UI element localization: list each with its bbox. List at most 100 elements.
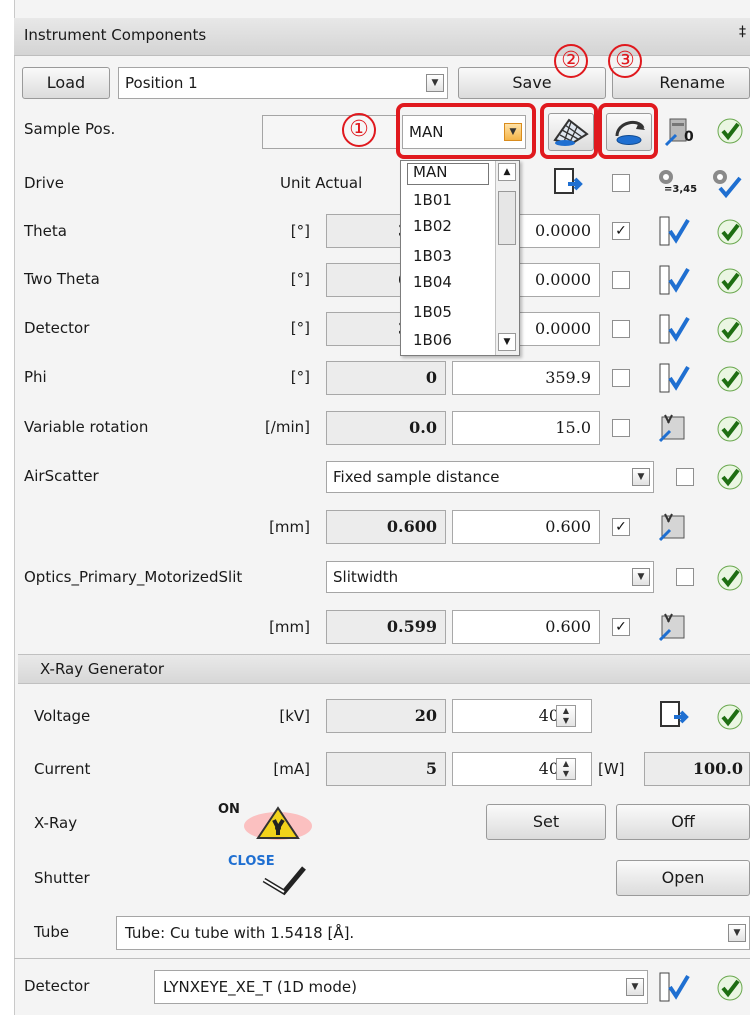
dropdown-item[interactable]: 1B01 bbox=[413, 191, 452, 209]
current-spinner[interactable]: ▲ ▼ bbox=[556, 758, 576, 780]
detector-select[interactable]: LYNXEYE_XE_T (1D mode) ▼ bbox=[154, 970, 648, 1004]
optics-checkbox[interactable] bbox=[676, 568, 694, 586]
annotation-number-2: ② bbox=[554, 44, 588, 78]
tube-select[interactable]: Tube: Cu tube with 1.5418 [Å]. ▼ bbox=[116, 916, 750, 950]
shutter-closed-indicator: CLOSE bbox=[228, 852, 318, 896]
sample-pos-label: Sample Pos. bbox=[24, 120, 116, 138]
drive-label: Drive bbox=[24, 174, 64, 192]
axis-checkbox[interactable] bbox=[612, 320, 630, 338]
axis-config-icon[interactable] bbox=[656, 263, 690, 297]
dropdown-scrollbar[interactable]: ▲ ▼ bbox=[495, 161, 519, 355]
export-icon[interactable] bbox=[656, 699, 690, 733]
gear-check-icon[interactable] bbox=[708, 166, 742, 200]
axis-unit: [°] bbox=[290, 270, 310, 288]
dropdown-item[interactable]: 1B06 bbox=[413, 331, 452, 349]
scroll-up-icon[interactable]: ▲ bbox=[498, 163, 516, 181]
power-value: 100.0 bbox=[644, 752, 750, 786]
position-value: Position 1 bbox=[125, 74, 198, 92]
axis-target[interactable]: 359.9 bbox=[452, 361, 600, 395]
airscatter-checkbox[interactable] bbox=[676, 468, 694, 486]
chevron-down-icon[interactable]: ▼ bbox=[632, 468, 650, 486]
dropdown-item[interactable]: 1B05 bbox=[413, 303, 452, 321]
axis-config-icon[interactable] bbox=[656, 970, 690, 1004]
airscatter-actual: 0.600 bbox=[326, 510, 446, 544]
voltage-unit: [kV] bbox=[279, 707, 310, 725]
shutter-label: Shutter bbox=[34, 869, 90, 887]
status-ok-icon bbox=[717, 317, 743, 343]
axis-checkbox[interactable] bbox=[612, 369, 630, 387]
pin-icon[interactable]: ‡ bbox=[739, 24, 746, 40]
xray-generator-header[interactable]: X-Ray Generator bbox=[18, 654, 750, 684]
axis-config-icon[interactable] bbox=[656, 312, 690, 346]
optics-unit: [mm] bbox=[269, 618, 310, 636]
axis-config-icon[interactable] bbox=[656, 214, 690, 248]
motor-config-icon[interactable] bbox=[656, 610, 690, 644]
set-button[interactable]: Set bbox=[486, 804, 606, 840]
dropdown-item[interactable]: 1B02 bbox=[413, 217, 452, 235]
tube-value: Tube: Cu tube with 1.5418 [Å]. bbox=[125, 924, 355, 942]
axis-checkbox[interactable] bbox=[612, 271, 630, 289]
airscatter-label: AirScatter bbox=[24, 467, 99, 485]
axis-checkbox[interactable] bbox=[612, 419, 630, 437]
dropdown-item[interactable]: 1B04 bbox=[413, 273, 452, 291]
dropdown-item[interactable]: 1B03 bbox=[413, 247, 452, 265]
airscatter-value-checkbox[interactable]: ✓ bbox=[612, 518, 630, 536]
status-ok-icon bbox=[717, 416, 743, 442]
unit-actual-header: Unit Actual bbox=[280, 174, 363, 192]
radiation-warning-icon bbox=[244, 806, 312, 840]
annotation-box-1 bbox=[396, 103, 536, 159]
shutter-icon bbox=[262, 866, 306, 896]
motor-config-icon[interactable] bbox=[656, 411, 690, 445]
sample-slot-icon[interactable]: 0 bbox=[662, 115, 696, 149]
optics-value-checkbox[interactable]: ✓ bbox=[612, 618, 630, 636]
axis-checkbox[interactable]: ✓ bbox=[612, 222, 630, 240]
scroll-down-icon[interactable]: ▼ bbox=[498, 333, 516, 351]
scroll-thumb[interactable] bbox=[498, 191, 516, 245]
chevron-down-icon[interactable]: ▼ bbox=[626, 978, 644, 996]
current-unit: [mA] bbox=[273, 760, 310, 778]
position-select[interactable]: Position 1 ▼ bbox=[118, 67, 448, 99]
status-ok-icon bbox=[717, 366, 743, 392]
detector-value: LYNXEYE_XE_T (1D mode) bbox=[163, 978, 357, 996]
current-label: Current bbox=[34, 760, 91, 778]
sample-position-dropdown[interactable]: MAN 1B01 1B02 1B03 1B04 1B05 1B06 ▲ ▼ bbox=[400, 160, 520, 356]
optics-target[interactable]: 0.600 bbox=[452, 610, 600, 644]
axis-name: Phi bbox=[24, 368, 47, 386]
annotation-box-3 bbox=[598, 103, 658, 159]
power-unit: [W] bbox=[598, 760, 625, 778]
slot-count: 0 bbox=[684, 129, 694, 145]
airscatter-target[interactable]: 0.600 bbox=[452, 510, 600, 544]
export-icon[interactable] bbox=[550, 166, 584, 200]
dropdown-item[interactable]: MAN bbox=[413, 163, 447, 181]
voltage-spinner[interactable]: ▲ ▼ bbox=[556, 705, 576, 727]
drive-all-checkbox[interactable] bbox=[612, 174, 630, 192]
airscatter-mode: Fixed sample distance bbox=[333, 468, 500, 486]
airscatter-select[interactable]: Fixed sample distance ▼ bbox=[326, 461, 654, 493]
shutter-open-button[interactable]: Open bbox=[616, 860, 750, 896]
optics-select[interactable]: Slitwidth ▼ bbox=[326, 561, 654, 593]
optics-actual: 0.599 bbox=[326, 610, 446, 644]
parameter-value: =3,45 bbox=[664, 184, 698, 195]
status-ok-icon bbox=[717, 268, 743, 294]
xray-generator-title: X-Ray Generator bbox=[40, 660, 165, 678]
sample-pos-field bbox=[262, 115, 398, 149]
annotation-box-2 bbox=[540, 103, 598, 159]
chevron-down-icon[interactable]: ▼ bbox=[728, 924, 746, 942]
chevron-down-icon[interactable]: ▼ bbox=[426, 74, 444, 92]
status-ok-icon bbox=[717, 704, 743, 730]
load-button[interactable]: Load bbox=[22, 67, 110, 99]
xray-off-button[interactable]: Off bbox=[616, 804, 750, 840]
annotation-number-3: ③ bbox=[608, 44, 642, 78]
axis-name: Variable rotation bbox=[24, 418, 149, 436]
tube-label: Tube bbox=[34, 923, 70, 941]
motor-config-icon[interactable] bbox=[656, 510, 690, 544]
axis-name: Two Theta bbox=[24, 270, 100, 288]
axis-target[interactable]: 15.0 bbox=[452, 411, 600, 445]
parameter-settings-icon[interactable]: =3,45 bbox=[654, 166, 697, 200]
chevron-down-icon[interactable]: ▼ bbox=[632, 568, 650, 586]
axis-config-icon[interactable] bbox=[656, 361, 690, 395]
panel-title: Instrument Components bbox=[24, 26, 207, 44]
status-ok-icon bbox=[717, 118, 743, 144]
status-ok-icon bbox=[717, 975, 743, 1001]
axis-name: Theta bbox=[24, 222, 67, 240]
